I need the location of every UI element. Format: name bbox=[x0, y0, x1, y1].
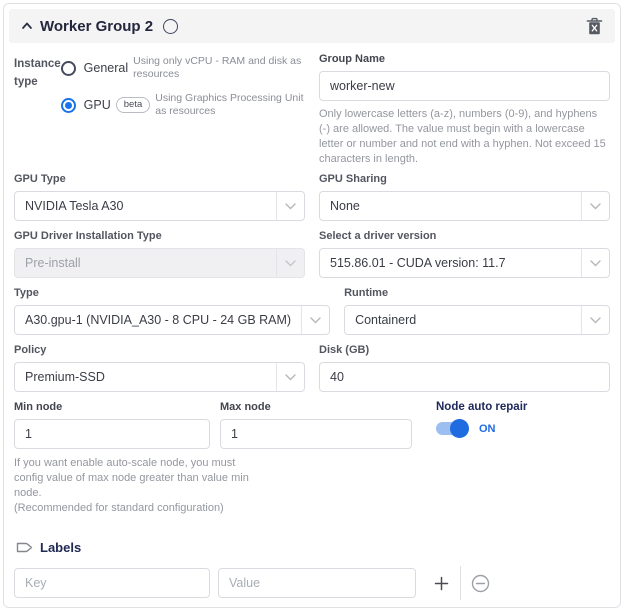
add-label-button[interactable] bbox=[428, 570, 454, 596]
driver-install-label: GPU Driver Installation Type bbox=[14, 230, 305, 242]
collapse-chevron-icon[interactable] bbox=[21, 20, 33, 32]
type-label: Type bbox=[14, 287, 330, 299]
general-option-description: Using only vCPU - RAM and disk as resour… bbox=[133, 55, 305, 81]
runtime-select[interactable]: Containerd bbox=[344, 305, 610, 335]
instance-type-option-general[interactable]: General Using only vCPU - RAM and disk a… bbox=[61, 55, 305, 81]
chevron-down-icon bbox=[581, 192, 609, 220]
policy-label: Policy bbox=[14, 344, 305, 356]
auto-scale-helper: If you want enable auto-scale node, you … bbox=[14, 456, 252, 516]
label-tag-icon bbox=[16, 540, 33, 555]
radio-checked-icon[interactable] bbox=[61, 98, 76, 113]
driver-install-select: Pre-install bbox=[14, 248, 305, 278]
max-node-label: Max node bbox=[220, 401, 412, 413]
worker-group-card: Worker Group 2 Instance type General Usi… bbox=[3, 3, 621, 608]
node-auto-repair-toggle[interactable] bbox=[436, 422, 466, 435]
remove-label-button[interactable] bbox=[467, 570, 493, 596]
chevron-down-icon bbox=[581, 306, 609, 334]
max-node-input[interactable] bbox=[220, 419, 412, 449]
node-auto-repair-state: ON bbox=[479, 423, 496, 435]
policy-select[interactable]: Premium-SSD bbox=[14, 362, 305, 392]
gpu-type-label: GPU Type bbox=[14, 173, 305, 185]
gpu-option-label: GPU bbox=[84, 98, 111, 112]
chevron-down-icon bbox=[276, 363, 304, 391]
gpu-option-description: Using Graphics Processing Unit as resour… bbox=[155, 92, 305, 118]
beta-badge: beta bbox=[116, 97, 151, 113]
gpu-sharing-label: GPU Sharing bbox=[319, 173, 610, 185]
group-name-helper: Only lowercase letters (a-z), numbers (0… bbox=[319, 107, 610, 167]
disk-input[interactable] bbox=[319, 362, 610, 392]
minus-circle-icon bbox=[471, 574, 490, 593]
type-select[interactable]: A30.gpu-1 (NVIDIA_A30 - 8 CPU - 24 GB RA… bbox=[14, 305, 330, 335]
plus-icon bbox=[434, 576, 449, 591]
label-value-input[interactable] bbox=[218, 568, 416, 598]
chevron-down-icon bbox=[301, 306, 329, 334]
gpu-sharing-select[interactable]: None bbox=[319, 191, 610, 221]
disk-label: Disk (GB) bbox=[319, 344, 610, 356]
delete-worker-group-button[interactable] bbox=[586, 17, 603, 36]
toggle-knob[interactable] bbox=[450, 419, 469, 438]
runtime-label: Runtime bbox=[344, 287, 610, 299]
node-auto-repair-label: Node auto repair bbox=[436, 401, 610, 413]
labels-section-title: Labels bbox=[40, 540, 81, 555]
radio-unchecked-icon[interactable] bbox=[61, 61, 76, 76]
label-key-input[interactable] bbox=[14, 568, 210, 598]
chevron-down-icon bbox=[581, 249, 609, 277]
gpu-type-select[interactable]: NVIDIA Tesla A30 bbox=[14, 191, 305, 221]
instance-type-label: Instance type bbox=[14, 53, 61, 167]
driver-version-label: Select a driver version bbox=[319, 230, 610, 242]
chevron-down-icon bbox=[276, 192, 304, 220]
trash-icon bbox=[586, 17, 603, 36]
min-node-label: Min node bbox=[14, 401, 210, 413]
status-circle-icon[interactable] bbox=[163, 19, 178, 34]
instance-type-option-gpu[interactable]: GPU beta Using Graphics Processing Unit … bbox=[61, 92, 305, 118]
chevron-down-icon bbox=[276, 249, 304, 277]
divider bbox=[460, 566, 461, 600]
group-name-input[interactable] bbox=[319, 71, 610, 101]
worker-group-header[interactable]: Worker Group 2 bbox=[9, 9, 615, 43]
min-node-input[interactable] bbox=[14, 419, 210, 449]
general-option-label: General bbox=[84, 61, 128, 75]
group-name-label: Group Name bbox=[319, 53, 610, 65]
worker-group-title: Worker Group 2 bbox=[40, 18, 153, 35]
driver-version-select[interactable]: 515.86.01 - CUDA version: 11.7 bbox=[319, 248, 610, 278]
